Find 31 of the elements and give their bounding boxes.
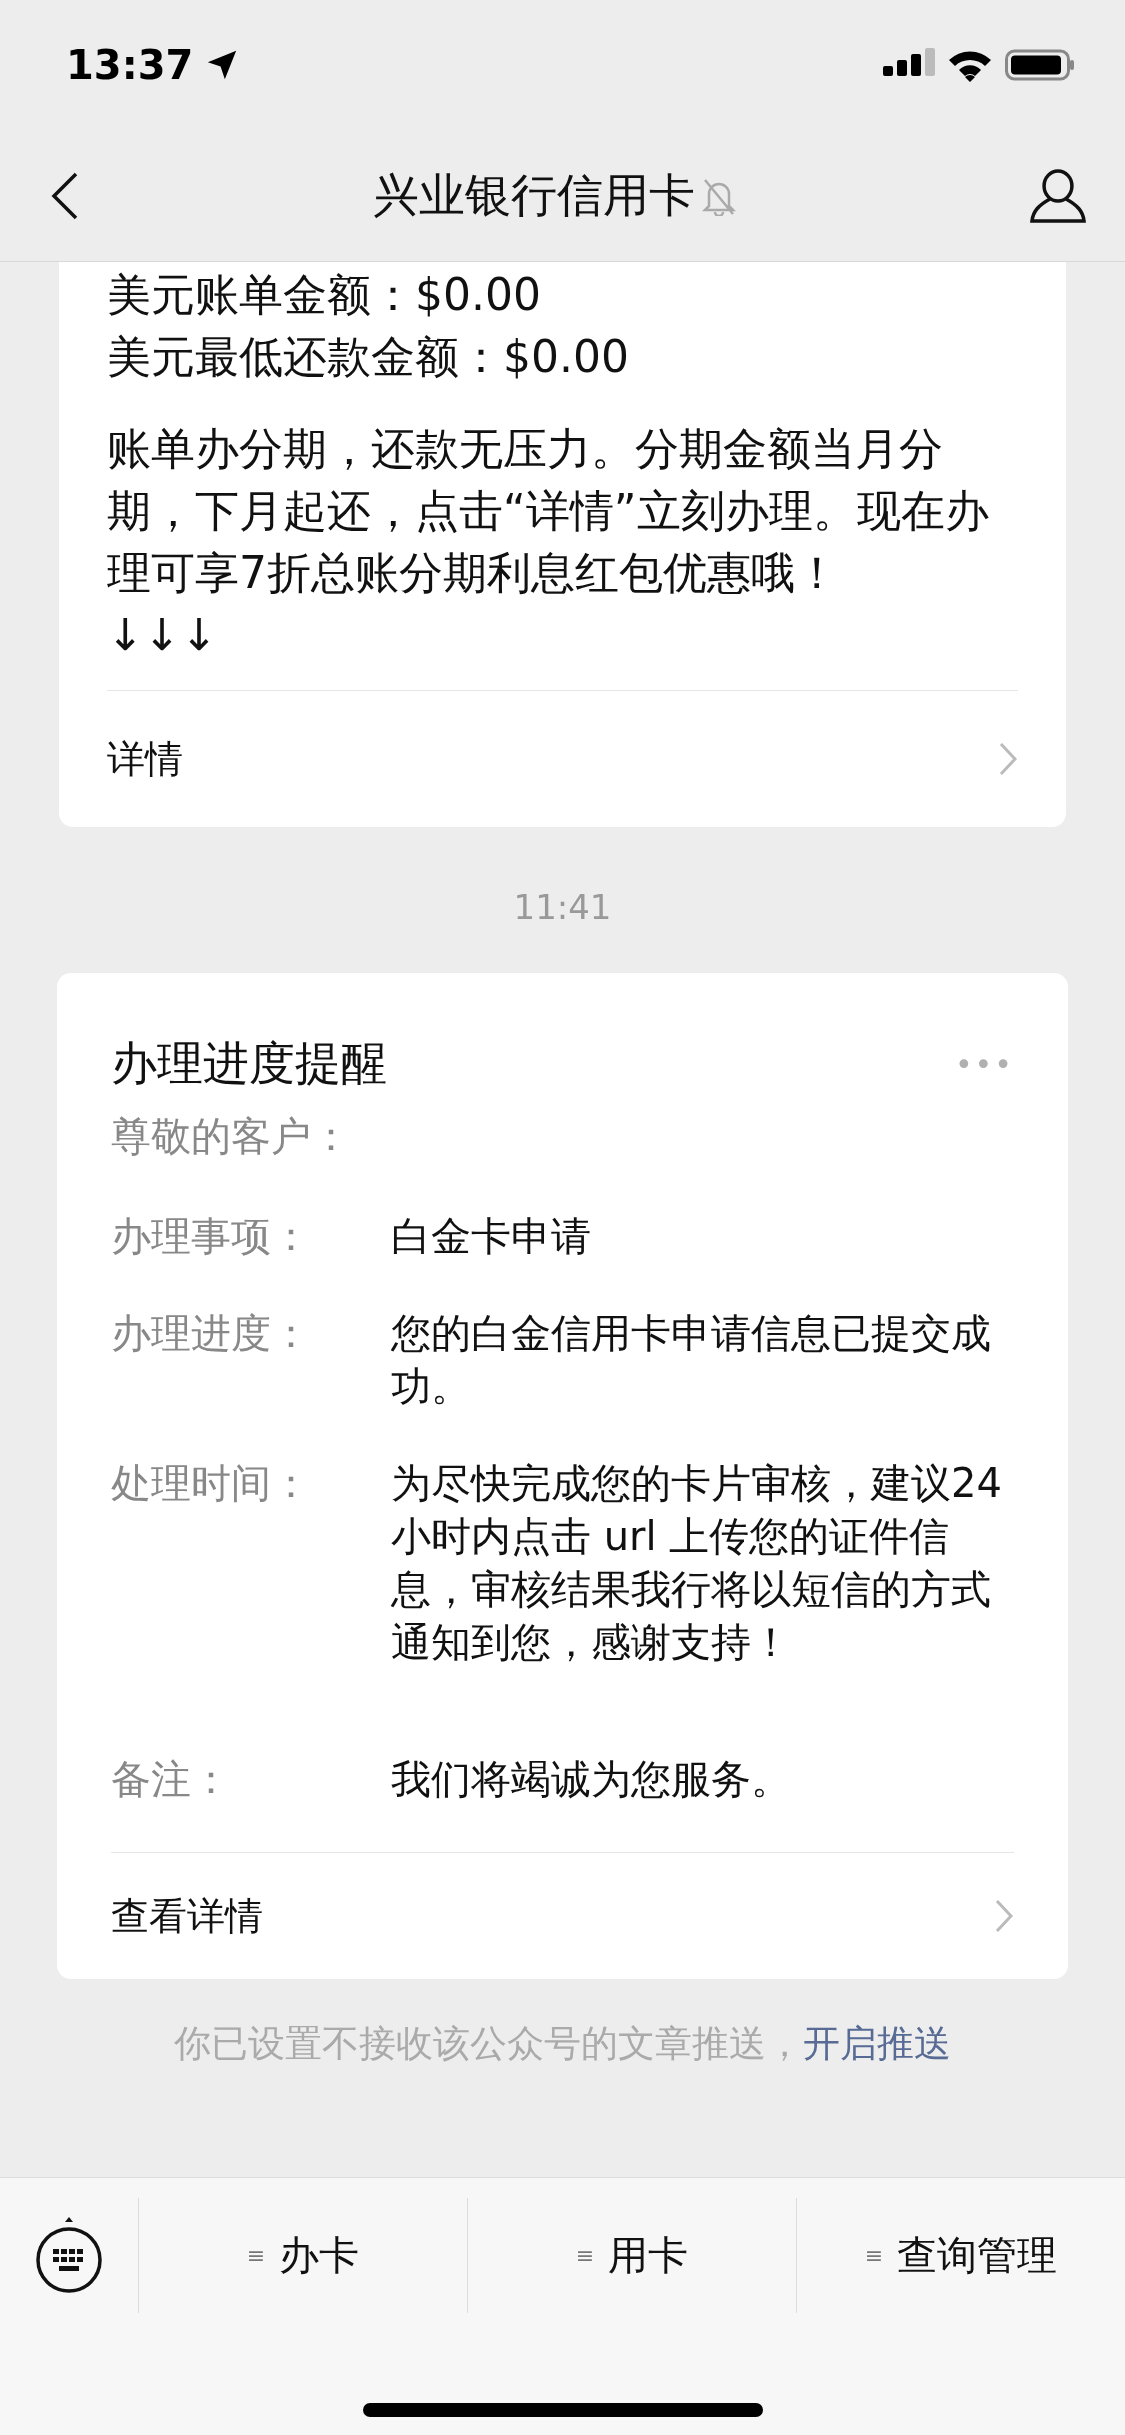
back-icon[interactable] — [50, 170, 80, 221]
wifi-icon — [947, 48, 993, 82]
field-value: 我们将竭诚为您服务。 — [391, 1755, 792, 1804]
menu-tab[interactable]: ≡ 查询管理 — [796, 2198, 1125, 2313]
chevron-icon — [998, 741, 1018, 777]
message-text: 账单办分期，还款无压力。分期金额当月分期，下月起还，点击“详情”立刻办理。现在办理可享7折总账分期利息红包优惠哦！ — [107, 422, 990, 600]
chevron-icon — [994, 1898, 1014, 1934]
card-title: 办理进度提醒 — [111, 1035, 387, 1092]
field-value: 您的白金信用卡申请信息已提交成功。 — [391, 1309, 992, 1411]
arrows-text: ↓↓↓ — [107, 608, 219, 662]
field-label: 处理时间： — [111, 1459, 312, 1508]
profile-icon[interactable] — [1029, 166, 1087, 225]
menu-tab[interactable]: ≡ 办卡 — [138, 2198, 467, 2313]
enable-push-link[interactable]: 开启推送 — [803, 2022, 951, 2065]
timestamp: 11:41 — [513, 887, 612, 927]
view-details-link[interactable]: 查看详情 — [111, 1852, 1014, 1979]
field-value: 白金卡申请 — [391, 1212, 592, 1261]
field-label: 办理进度： — [111, 1309, 312, 1358]
notice-text: 你已设置不接收该公众号的文章推送， — [174, 2022, 803, 2065]
bill-line: 美元最低还款金额：$0.00 — [107, 330, 630, 384]
details-link[interactable]: 详情 — [107, 690, 1018, 827]
greeting-text: 尊敬的客户： — [111, 1112, 352, 1161]
battery-icon — [1005, 48, 1075, 82]
status-time: 13:37 — [66, 42, 194, 88]
bill-line: 美元账单金额：$0.00 — [107, 268, 542, 322]
field-label: 办理事项： — [111, 1212, 312, 1261]
keyboard-icon[interactable] — [34, 2215, 104, 2296]
field-label: 备注： — [111, 1755, 232, 1804]
menu-tab[interactable]: ≡ 用卡 — [467, 2198, 796, 2313]
chat-title: 兴业银行信用卡 — [372, 166, 695, 224]
field-value: 为尽快完成您的卡片审核，建议24小时内点击 url 上传您的证件信息，审核结果我行将以短信的方式通知到您，感谢支持！ — [391, 1459, 1003, 1667]
